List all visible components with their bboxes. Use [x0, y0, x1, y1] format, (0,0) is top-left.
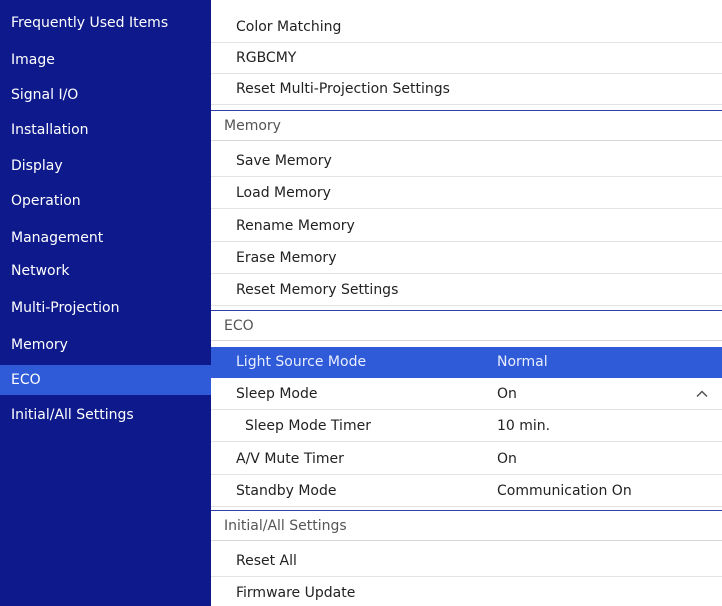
menu-row-reset-all[interactable]: Reset All: [211, 546, 722, 577]
sidebar-menu: Frequently Used Items Image Signal I/O I…: [0, 0, 211, 606]
row-label: Save Memory: [236, 153, 332, 169]
chevron-up-icon[interactable]: [696, 388, 708, 400]
menu-row-reset-memory-settings[interactable]: Reset Memory Settings: [211, 275, 722, 306]
menu-row-save-memory[interactable]: Save Memory: [211, 146, 722, 177]
sidebar-item-eco[interactable]: ECO: [0, 365, 211, 395]
sidebar-item-installation[interactable]: Installation: [0, 115, 211, 145]
sidebar-item-display[interactable]: Display: [0, 151, 211, 181]
row-value: Normal: [497, 354, 548, 370]
menu-row-sleep-mode-timer[interactable]: Sleep Mode Timer 10 min.: [211, 411, 722, 442]
menu-row-reset-multi-projection-settings[interactable]: Reset Multi-Projection Settings: [211, 74, 722, 105]
section-title: ECO: [224, 318, 254, 334]
menu-row-standby-mode[interactable]: Standby Mode Communication On: [211, 476, 722, 507]
row-label: Reset Multi-Projection Settings: [236, 81, 450, 97]
sidebar-item-memory[interactable]: Memory: [0, 330, 211, 360]
sidebar-item-frequently-used-items[interactable]: Frequently Used Items: [0, 8, 211, 38]
section-title: Initial/All Settings: [224, 518, 347, 534]
settings-panel: Color Matching RGBCMY Reset Multi-Projec…: [211, 0, 722, 606]
menu-row-light-source-mode[interactable]: Light Source Mode Normal: [211, 347, 722, 378]
row-label: Standby Mode: [236, 483, 337, 499]
section-header-memory: Memory: [211, 110, 722, 141]
sidebar-item-operation[interactable]: Operation: [0, 186, 211, 216]
row-label: Erase Memory: [236, 250, 337, 266]
menu-row-firmware-update[interactable]: Firmware Update: [211, 578, 722, 606]
row-label: A/V Mute Timer: [236, 451, 344, 467]
sidebar-item-signal-io[interactable]: Signal I/O: [0, 80, 211, 110]
row-label: Firmware Update: [236, 585, 356, 601]
sidebar-item-management[interactable]: Management: [0, 223, 211, 253]
row-label: Load Memory: [236, 185, 331, 201]
row-label: Color Matching: [236, 19, 342, 35]
menu-row-color-matching[interactable]: Color Matching: [211, 12, 722, 43]
section-title: Memory: [224, 118, 281, 134]
section-header-initial-all-settings: Initial/All Settings: [211, 510, 722, 541]
projector-menu-screen: Frequently Used Items Image Signal I/O I…: [0, 0, 722, 606]
menu-row-av-mute-timer[interactable]: A/V Mute Timer On: [211, 444, 722, 475]
row-label: Reset All: [236, 553, 297, 569]
row-value: 10 min.: [497, 418, 551, 434]
row-value: On: [497, 451, 517, 467]
sidebar-item-multi-projection[interactable]: Multi-Projection: [0, 293, 211, 323]
row-value: On: [497, 386, 517, 402]
menu-row-rgbcmy[interactable]: RGBCMY: [211, 43, 722, 74]
menu-row-rename-memory[interactable]: Rename Memory: [211, 211, 722, 242]
menu-row-erase-memory[interactable]: Erase Memory: [211, 243, 722, 274]
section-header-eco: ECO: [211, 310, 722, 341]
row-label: Reset Memory Settings: [236, 282, 399, 298]
sidebar-item-image[interactable]: Image: [0, 45, 211, 75]
sidebar-item-network[interactable]: Network: [0, 256, 211, 286]
row-label: Sleep Mode Timer: [245, 418, 371, 434]
menu-row-sleep-mode[interactable]: Sleep Mode On: [211, 379, 722, 410]
row-label: Sleep Mode: [236, 386, 318, 402]
row-value: Communication On: [497, 483, 632, 499]
row-label: Rename Memory: [236, 218, 355, 234]
menu-row-load-memory[interactable]: Load Memory: [211, 178, 722, 209]
row-label: Light Source Mode: [236, 354, 367, 370]
sidebar-item-initial-all-settings[interactable]: Initial/All Settings: [0, 400, 211, 430]
row-label: RGBCMY: [236, 50, 297, 66]
